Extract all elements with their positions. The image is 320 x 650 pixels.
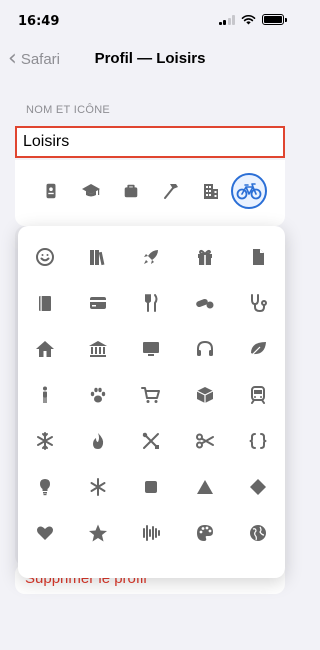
cellular-signal-icon [218, 14, 235, 25]
icon-grid [18, 234, 285, 556]
books-icon [90, 250, 105, 266]
briefcase-icon [124, 184, 138, 198]
icon-grid-item[interactable] [71, 418, 124, 464]
icon-option-hammer[interactable] [153, 173, 189, 209]
icon-option-briefcase[interactable] [113, 173, 149, 209]
credit-card-icon [90, 297, 107, 309]
icon-grid-item[interactable] [125, 326, 178, 372]
icon-grid-item[interactable] [178, 464, 231, 510]
stethoscope-icon [251, 294, 268, 312]
display-icon [143, 342, 160, 356]
gift-icon [197, 249, 212, 265]
icon-option-bicycle[interactable] [231, 173, 267, 209]
icon-grid-item[interactable] [71, 326, 124, 372]
icon-grid-item[interactable] [18, 280, 71, 326]
icon-grid-item[interactable] [178, 510, 231, 556]
icon-grid-item[interactable] [178, 326, 231, 372]
cart-icon [141, 387, 161, 403]
icon-grid-item[interactable] [125, 464, 178, 510]
icon-grid-item[interactable] [232, 372, 285, 418]
book-icon [38, 296, 51, 311]
icon-grid-item[interactable] [71, 510, 124, 556]
square-icon [145, 481, 158, 493]
icon-grid-item[interactable] [232, 326, 285, 372]
snowflake-icon [36, 432, 53, 450]
asterisk-icon [90, 478, 106, 496]
icon-grid-item[interactable] [18, 234, 71, 280]
icon-grid-item[interactable] [232, 464, 285, 510]
icon-grid-item[interactable] [232, 510, 285, 556]
box-icon [196, 387, 214, 403]
person-icon [42, 386, 47, 403]
profile-name-field[interactable] [15, 126, 285, 158]
pawprint-icon [90, 387, 106, 403]
icon-grid-item[interactable] [71, 464, 124, 510]
star-icon [89, 524, 108, 542]
leaf-icon [250, 342, 267, 357]
braces-icon [249, 433, 267, 449]
rocket-icon [144, 250, 159, 264]
tools-icon [143, 432, 160, 449]
pills-icon [196, 298, 214, 309]
smiley-icon [35, 248, 54, 266]
status-time: 16:49 [18, 14, 60, 29]
house-icon [35, 341, 54, 357]
building-icon [204, 184, 218, 199]
section-header: NOM ET ICÔNE [26, 104, 111, 116]
diamond-icon [250, 479, 267, 495]
icon-grid-item[interactable] [18, 464, 71, 510]
icon-grid-item[interactable] [178, 280, 231, 326]
flame-icon [93, 433, 104, 449]
page-title: Profil — Loisirs [94, 50, 206, 67]
bank-icon [89, 341, 108, 357]
icon-grid-item[interactable] [125, 418, 178, 464]
id-card-icon [46, 183, 56, 199]
icon-grid-item[interactable] [125, 280, 178, 326]
headphones-icon [196, 341, 213, 356]
icon-grid-item[interactable] [125, 234, 178, 280]
heart-icon [36, 526, 53, 540]
palette-icon [196, 525, 213, 541]
navigation-bar: ‹ Safari Profil — Loisirs [0, 42, 300, 76]
icon-grid-item[interactable] [178, 372, 231, 418]
train-icon [251, 386, 266, 404]
icon-grid-item[interactable] [178, 418, 231, 464]
hammer-icon [164, 184, 178, 199]
fork-knife-icon [145, 294, 158, 312]
icon-row [15, 160, 285, 226]
icon-grid-item[interactable] [178, 234, 231, 280]
icon-grid-item[interactable] [18, 510, 71, 556]
icon-grid-item[interactable] [232, 280, 285, 326]
icon-grid-item[interactable] [18, 326, 71, 372]
battery-icon [262, 14, 287, 25]
bicycle-icon [236, 183, 262, 200]
icon-option-graduation-cap[interactable] [73, 173, 109, 209]
icon-grid-item[interactable] [125, 372, 178, 418]
wifi-icon [241, 14, 256, 25]
icon-grid-item[interactable] [71, 234, 124, 280]
status-icons [218, 14, 287, 25]
globe-icon [250, 525, 267, 541]
document-icon [253, 249, 265, 265]
status-bar: 16:49 [0, 0, 300, 40]
icon-grid-item[interactable] [232, 418, 285, 464]
icon-picker-popover [18, 226, 285, 578]
icon-grid-item[interactable] [18, 418, 71, 464]
icon-grid-item[interactable] [18, 372, 71, 418]
icon-grid-item[interactable] [71, 372, 124, 418]
music-wave-icon [143, 525, 161, 541]
icon-option-id-card[interactable] [33, 173, 69, 209]
icon-option-building[interactable] [193, 173, 229, 209]
icon-grid-item[interactable] [71, 280, 124, 326]
lightbulb-icon [39, 479, 50, 496]
icon-grid-item[interactable] [232, 234, 285, 280]
triangle-icon [196, 480, 213, 494]
icon-grid-item[interactable] [125, 510, 178, 556]
scissors-icon [195, 433, 214, 449]
graduation-cap-icon [82, 184, 100, 197]
